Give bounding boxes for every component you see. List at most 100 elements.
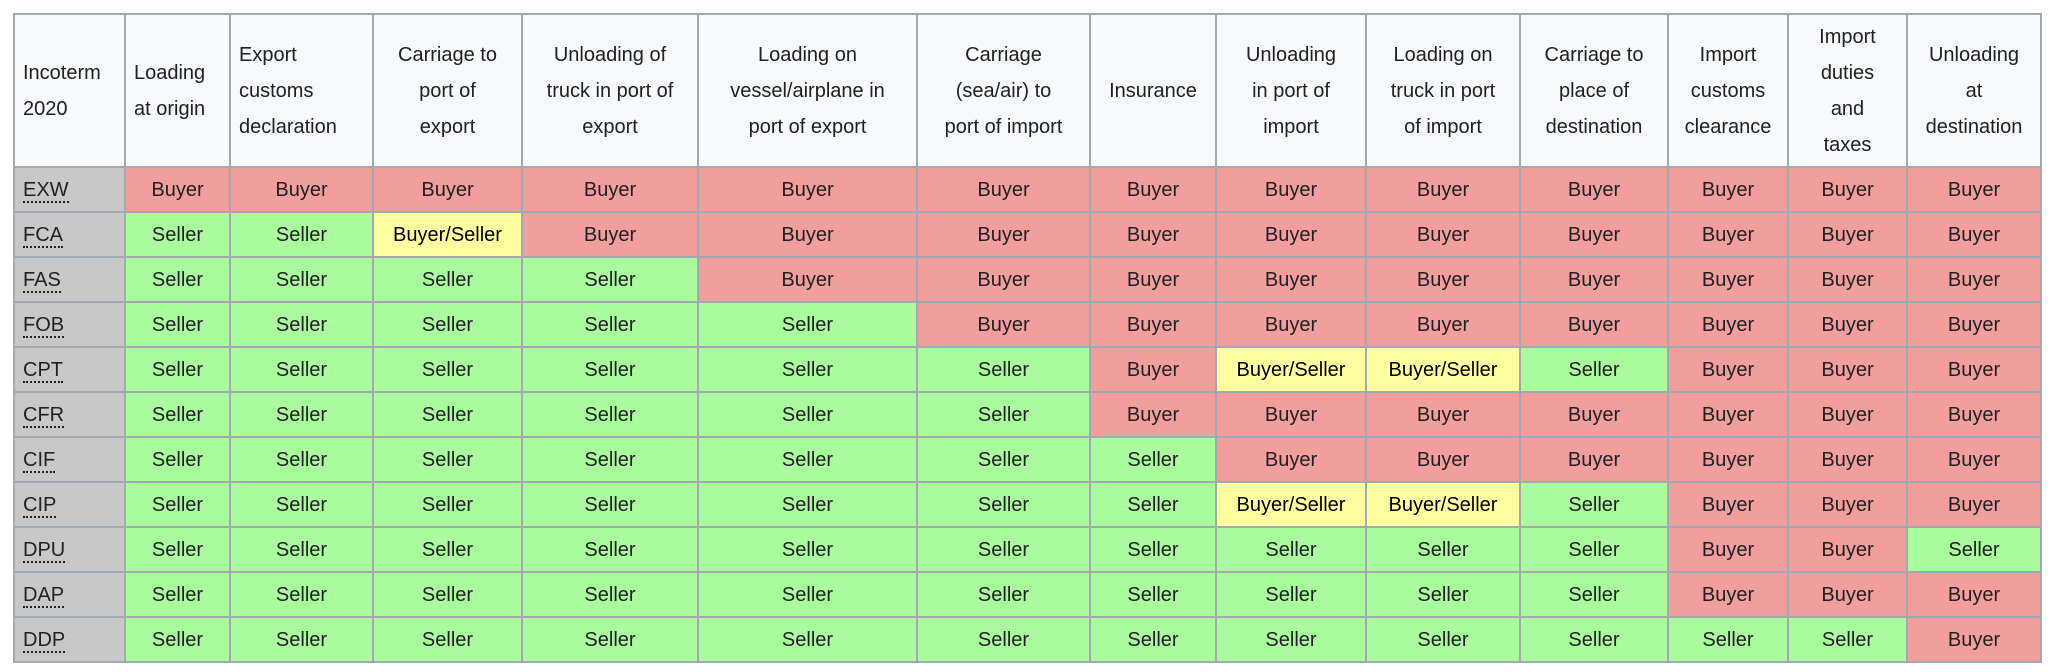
- responsibility-cell: Buyer: [1089, 211, 1217, 258]
- responsibility-cell: Seller: [1089, 616, 1217, 663]
- responsibility-cell: Seller: [1089, 571, 1217, 618]
- responsibility-cell: Seller: [521, 481, 699, 528]
- responsibility-cell: Seller: [1519, 481, 1669, 528]
- responsibility-cell: Buyer: [1089, 166, 1217, 213]
- responsibility-cell: Buyer: [521, 211, 699, 258]
- responsibility-cell: Seller: [229, 571, 374, 618]
- responsibility-cell: Buyer/Seller: [1365, 346, 1521, 393]
- responsibility-cell: Seller: [1365, 571, 1521, 618]
- responsibility-cell: Seller: [916, 346, 1091, 393]
- incoterm-link[interactable]: EXW: [23, 178, 69, 203]
- responsibility-cell: Buyer/Seller: [372, 211, 523, 258]
- table-row: FCA Seller Seller Buyer/Seller Buyer Buyer Buy…: [13, 211, 2042, 258]
- responsibility-cell: Buyer: [1365, 301, 1521, 348]
- responsibility-cell: Seller: [521, 436, 699, 483]
- responsibility-cell: Buyer: [697, 256, 918, 303]
- incoterm-cell: DDP: [13, 616, 126, 663]
- column-header: Loading on truck in port of import: [1365, 13, 1521, 168]
- responsibility-cell: Seller: [229, 526, 374, 573]
- table-row: CIP Seller Seller Seller Seller Seller Seller S…: [13, 481, 2042, 528]
- responsibility-cell: Seller: [124, 346, 231, 393]
- incoterm-link[interactable]: DAP: [23, 583, 65, 608]
- responsibility-cell: Seller: [697, 346, 918, 393]
- incoterm-cell: FAS: [13, 256, 126, 303]
- responsibility-cell: Buyer: [1667, 391, 1789, 438]
- responsibility-cell: Seller: [697, 481, 918, 528]
- responsibility-cell: Seller: [916, 391, 1091, 438]
- responsibility-cell: Buyer: [372, 166, 523, 213]
- responsibility-cell: Buyer: [1787, 391, 1908, 438]
- responsibility-cell: Buyer: [1365, 166, 1521, 213]
- responsibility-cell: Seller: [697, 436, 918, 483]
- responsibility-cell: Seller: [521, 571, 699, 618]
- responsibility-cell: Seller: [916, 481, 1091, 528]
- incoterm-link[interactable]: CFR: [23, 403, 65, 428]
- responsibility-cell: Buyer: [916, 256, 1091, 303]
- responsibility-cell: Buyer: [1215, 211, 1367, 258]
- column-header: Carriage to port of export: [372, 13, 523, 168]
- responsibility-cell: Buyer: [1787, 166, 1908, 213]
- table-row: DDP Seller Seller Seller Seller Seller Seller S…: [13, 616, 2042, 663]
- incoterm-link[interactable]: CIP: [23, 493, 57, 518]
- incoterm-cell: FOB: [13, 301, 126, 348]
- responsibility-cell: Seller: [1365, 526, 1521, 573]
- responsibility-cell: Buyer: [1667, 256, 1789, 303]
- responsibility-cell: Seller: [916, 616, 1091, 663]
- column-header: Insurance: [1089, 13, 1217, 168]
- incoterms-table: Incoterm 2020 Loading at origin Export cus…: [13, 13, 2042, 663]
- responsibility-cell: Buyer: [1519, 436, 1669, 483]
- responsibility-cell: Seller: [124, 616, 231, 663]
- responsibility-cell: Buyer: [1365, 436, 1521, 483]
- column-header: Carriage (sea/air) to port of import: [916, 13, 1091, 168]
- incoterm-link[interactable]: CIF: [23, 448, 56, 473]
- responsibility-cell: Buyer: [1667, 526, 1789, 573]
- table-row: CIF Seller Seller Seller Seller Seller Seller S…: [13, 436, 2042, 483]
- responsibility-cell: Buyer: [1519, 256, 1669, 303]
- responsibility-cell: Seller: [1519, 616, 1669, 663]
- column-header: Import customs clearance: [1667, 13, 1789, 168]
- incoterm-link[interactable]: FAS: [23, 268, 61, 293]
- incoterm-cell: FCA: [13, 211, 126, 258]
- responsibility-cell: Seller: [1365, 616, 1521, 663]
- responsibility-cell: Seller: [372, 616, 523, 663]
- responsibility-cell: Seller: [372, 571, 523, 618]
- incoterm-link[interactable]: DPU: [23, 538, 66, 563]
- column-header: Unloading at destination: [1906, 13, 2042, 168]
- responsibility-cell: Buyer: [1787, 571, 1908, 618]
- responsibility-cell: Seller: [124, 436, 231, 483]
- incoterm-link[interactable]: FOB: [23, 313, 65, 338]
- responsibility-cell: Buyer: [697, 211, 918, 258]
- responsibility-cell: Seller: [372, 346, 523, 393]
- responsibility-cell: Buyer/Seller: [1215, 481, 1367, 528]
- responsibility-cell: Seller: [229, 346, 374, 393]
- responsibility-cell: Seller: [229, 256, 374, 303]
- responsibility-cell: Seller: [229, 211, 374, 258]
- responsibility-cell: Buyer: [1519, 391, 1669, 438]
- responsibility-cell: Buyer: [1365, 211, 1521, 258]
- responsibility-cell: Seller: [124, 211, 231, 258]
- responsibility-cell: Seller: [372, 436, 523, 483]
- responsibility-cell: Seller: [1215, 616, 1367, 663]
- responsibility-cell: Buyer: [229, 166, 374, 213]
- responsibility-cell: Seller: [1089, 526, 1217, 573]
- responsibility-cell: Seller: [124, 391, 231, 438]
- responsibility-cell: Buyer: [1787, 346, 1908, 393]
- responsibility-cell: Buyer: [1089, 256, 1217, 303]
- responsibility-cell: Seller: [521, 256, 699, 303]
- incoterm-link[interactable]: CPT: [23, 358, 63, 383]
- responsibility-cell: Seller: [229, 391, 374, 438]
- incoterm-link[interactable]: DDP: [23, 628, 66, 653]
- responsibility-cell: Seller: [1667, 616, 1789, 663]
- table-row: FOB Seller Seller Seller Seller Seller Buyer Bu…: [13, 301, 2042, 348]
- responsibility-cell: Buyer: [1906, 391, 2042, 438]
- responsibility-cell: Seller: [229, 481, 374, 528]
- responsibility-cell: Buyer: [1667, 571, 1789, 618]
- responsibility-cell: Seller: [124, 526, 231, 573]
- incoterm-link[interactable]: FCA: [23, 223, 63, 248]
- responsibility-cell: Seller: [229, 436, 374, 483]
- responsibility-cell: Seller: [229, 301, 374, 348]
- responsibility-cell: Buyer: [1906, 436, 2042, 483]
- responsibility-cell: Buyer: [1906, 211, 2042, 258]
- column-header: Loading on vessel/airplane in port of ex…: [697, 13, 918, 168]
- responsibility-cell: Buyer: [1667, 346, 1789, 393]
